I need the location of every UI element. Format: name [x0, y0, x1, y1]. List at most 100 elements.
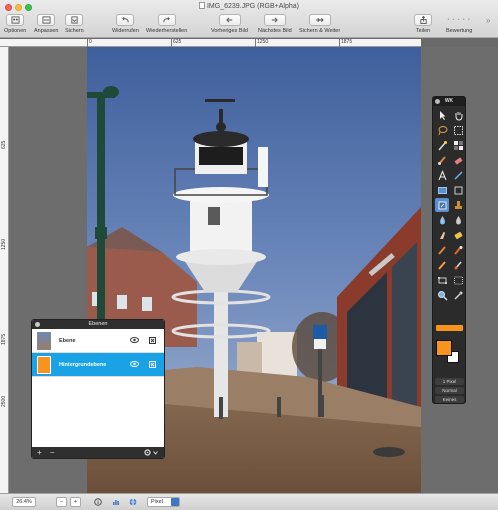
globe-icon[interactable]	[129, 498, 137, 506]
arrow-right-icon	[272, 17, 279, 23]
pencil-tool[interactable]	[435, 258, 449, 272]
layers-panel-header: Ebenen	[32, 320, 164, 329]
magic-wand-icon	[437, 140, 447, 150]
heal-tool[interactable]	[451, 258, 465, 272]
redo-button[interactable]: Wiederherstellen	[146, 14, 187, 34]
blur-tool[interactable]	[435, 213, 449, 227]
document-icon	[198, 2, 205, 9]
crop-tool[interactable]	[451, 183, 465, 197]
crop-icon	[454, 186, 462, 194]
close-layers-button[interactable]	[35, 322, 40, 327]
color-select-tool[interactable]	[451, 138, 465, 152]
drop-icon	[455, 215, 461, 224]
hand-icon	[455, 111, 462, 121]
eye-icon[interactable]	[130, 337, 139, 343]
layer-options-icon[interactable]	[149, 361, 156, 368]
layers-footer: + −	[32, 447, 164, 458]
layer-row[interactable]: Hintergrundebene	[32, 353, 164, 377]
move-tool[interactable]	[435, 108, 449, 122]
hand-tool[interactable]	[451, 108, 465, 122]
save-button[interactable]: Sichern	[65, 14, 84, 34]
option-select[interactable]: Keines	[435, 396, 464, 403]
burn-brush-icon	[437, 245, 446, 255]
adjust-icon	[42, 16, 51, 24]
ruler-label: 2500	[1, 395, 7, 407]
histogram-icon[interactable]	[112, 498, 120, 506]
share-button[interactable]: Teilen	[414, 14, 432, 34]
chevron-updown-icon	[171, 498, 179, 506]
layers-panel: Ebenen Ebene Hintergrundebene + −	[31, 319, 165, 459]
share-icon	[419, 16, 427, 24]
color-select-icon	[453, 140, 463, 150]
eye-icon[interactable]	[130, 361, 139, 367]
close-tools-button[interactable]	[435, 99, 440, 104]
zoom-level-field[interactable]: 26.4%	[12, 497, 36, 507]
blend-mode-select[interactable]: Normal	[435, 387, 464, 394]
zoom-in-button[interactable]: +	[70, 497, 81, 507]
paintbrush-tool[interactable]	[435, 153, 449, 167]
layer-row[interactable]: Ebene	[32, 329, 164, 353]
water-drop-icon	[439, 215, 445, 224]
gear-icon[interactable]	[144, 449, 151, 456]
zoom-tool[interactable]	[435, 288, 449, 302]
ruler-label: 1875	[1, 333, 7, 345]
info-icon[interactable]	[94, 498, 102, 506]
transform-tool[interactable]	[435, 273, 449, 287]
undo-button[interactable]: Widerrufen	[112, 14, 139, 34]
eyedropper-tool[interactable]	[451, 288, 465, 302]
add-layer-button[interactable]: +	[37, 448, 42, 457]
status-bar: 26.4% − + Pixel	[0, 493, 498, 510]
save-and-next-button[interactable]: Sichern & Weiter	[299, 14, 340, 34]
magic-wand-tool[interactable]	[435, 138, 449, 152]
toolbar-overflow-button[interactable]: »	[486, 16, 490, 25]
remove-layer-button[interactable]: −	[50, 448, 55, 457]
eraser-icon	[453, 156, 463, 165]
save-icon	[71, 16, 78, 24]
adjust-button[interactable]: Anpassen	[34, 14, 58, 34]
sponge-tool[interactable]	[451, 228, 465, 242]
clone-stamp-icon	[438, 201, 446, 209]
eraser-tool[interactable]	[451, 153, 465, 167]
layer-thumbnail	[37, 331, 51, 350]
fg-color-preview[interactable]	[436, 325, 463, 331]
smudge-tool[interactable]	[435, 228, 449, 242]
rect-select-tool[interactable]	[451, 123, 465, 137]
ruler-label: 0	[89, 39, 92, 45]
zoom-out-button[interactable]: −	[56, 497, 67, 507]
redo-icon	[163, 17, 170, 23]
slice-tool[interactable]	[451, 273, 465, 287]
eyedropper-icon	[453, 291, 462, 300]
sharpen-tool[interactable]	[451, 213, 465, 227]
tools-panel: WK 1 Pixel Normal Keines	[432, 96, 466, 404]
line-tool[interactable]	[451, 168, 465, 182]
dodge-brush-icon	[453, 245, 462, 255]
window-title: IMG_6239.JPG (RGB+Alpha)	[0, 2, 498, 10]
ruler-label: 1875	[341, 39, 353, 45]
tools-panel-header: WK	[433, 97, 465, 106]
stamp-tool[interactable]	[451, 198, 465, 212]
layer-options-icon[interactable]	[149, 337, 156, 344]
foreground-color-swatch[interactable]	[436, 340, 452, 356]
transform-icon	[437, 276, 447, 284]
next-image-button[interactable]: Nächstes Bild	[258, 14, 292, 34]
ruler-label: 625	[173, 39, 182, 45]
arrow-left-icon	[226, 17, 233, 23]
unit-select[interactable]: Pixel	[147, 497, 180, 507]
tool-grid	[433, 106, 465, 302]
line-icon	[453, 170, 463, 180]
rectangle-tool[interactable]	[435, 183, 449, 197]
clone-stamp-tool[interactable]	[435, 198, 449, 212]
heal-icon	[454, 261, 462, 269]
lasso-tool[interactable]	[435, 123, 449, 137]
brush-size-select[interactable]: 1 Pixel	[435, 378, 464, 385]
text-tool[interactable]	[435, 168, 449, 182]
burn-tool[interactable]	[435, 243, 449, 257]
rating-control[interactable]: • • • • • Bewertung	[446, 14, 472, 34]
options-button[interactable]: Optionen	[4, 14, 26, 34]
marquee-icon	[453, 125, 463, 135]
dodge-tool[interactable]	[451, 243, 465, 257]
chevron-down-icon[interactable]	[153, 451, 158, 455]
text-icon	[438, 169, 446, 180]
options-icon	[11, 16, 20, 24]
previous-image-button[interactable]: Vorheriges Bild	[211, 14, 248, 34]
